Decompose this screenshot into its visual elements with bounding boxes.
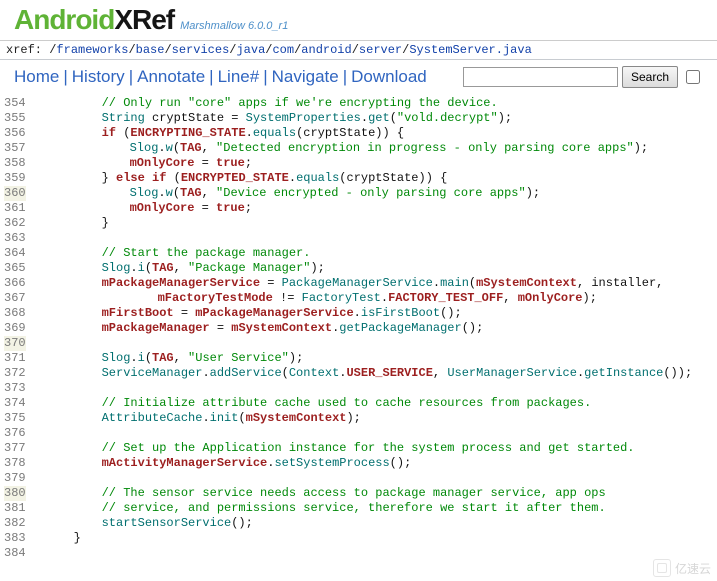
breadcrumb-seg[interactable]: com	[272, 43, 294, 57]
watermark: 亿速云	[653, 559, 711, 577]
code-line	[34, 471, 693, 486]
watermark-text: 亿速云	[675, 560, 711, 577]
code-line: Slog.i(TAG, "Package Manager");	[34, 261, 693, 276]
line-number[interactable]: 369	[4, 321, 26, 336]
line-number[interactable]: 359	[4, 171, 26, 186]
code-line: // service, and permissions service, the…	[34, 501, 693, 516]
line-number[interactable]: 363	[4, 231, 26, 246]
code-line: } else if (ENCRYPTED_STATE.equals(cryptS…	[34, 171, 693, 186]
line-number[interactable]: 380	[4, 486, 26, 501]
code-line	[34, 231, 693, 246]
nav-navigate[interactable]: Navigate	[272, 67, 339, 87]
logo[interactable]: AndroidXRef	[14, 4, 174, 36]
navbar: Home | History | Annotate | Line# | Navi…	[0, 60, 717, 94]
code-line: // Set up the Application instance for t…	[34, 441, 693, 456]
line-number[interactable]: 360	[4, 186, 26, 201]
line-number[interactable]: 379	[4, 471, 26, 486]
code-line: mOnlyCore = true;	[34, 156, 693, 171]
code-line: // The sensor service needs access to pa…	[34, 486, 693, 501]
line-number[interactable]: 374	[4, 396, 26, 411]
search-button[interactable]	[622, 66, 678, 88]
watermark-icon	[653, 559, 671, 577]
code-line: mFirstBoot = mPackageManagerService.isFi…	[34, 306, 693, 321]
code-line: // Start the package manager.	[34, 246, 693, 261]
line-number[interactable]: 371	[4, 351, 26, 366]
code-line: // Initialize attribute cache used to ca…	[34, 396, 693, 411]
search-checkbox[interactable]	[686, 70, 700, 84]
line-number[interactable]: 377	[4, 441, 26, 456]
breadcrumb-seg[interactable]: android	[301, 43, 351, 57]
code-line	[34, 381, 693, 396]
code-line: mPackageManagerService = PackageManagerS…	[34, 276, 693, 291]
nav-line[interactable]: Line#	[218, 67, 260, 87]
breadcrumb-seg[interactable]: frameworks	[56, 43, 128, 57]
line-number[interactable]: 384	[4, 546, 26, 561]
code-line: Slog.i(TAG, "User Service");	[34, 351, 693, 366]
line-number[interactable]: 362	[4, 216, 26, 231]
line-number[interactable]: 373	[4, 381, 26, 396]
code-line: ServiceManager.addService(Context.USER_S…	[34, 366, 693, 381]
line-number[interactable]: 364	[4, 246, 26, 261]
breadcrumb-seg[interactable]: services	[172, 43, 230, 57]
breadcrumb-seg[interactable]: java	[236, 43, 265, 57]
source: // Only run "core" apps if we're encrypt…	[34, 96, 693, 561]
line-number[interactable]: 361	[4, 201, 26, 216]
nav-annotate[interactable]: Annotate	[137, 67, 205, 87]
nav-download[interactable]: Download	[351, 67, 427, 87]
code-line: mPackageManager = mSystemContext.getPack…	[34, 321, 693, 336]
line-number[interactable]: 382	[4, 516, 26, 531]
line-number[interactable]: 367	[4, 291, 26, 306]
code-line	[34, 426, 693, 441]
code-line: String cryptState = SystemProperties.get…	[34, 111, 693, 126]
line-number[interactable]: 365	[4, 261, 26, 276]
breadcrumb-seg[interactable]: base	[136, 43, 165, 57]
code-line: // Only run "core" apps if we're encrypt…	[34, 96, 693, 111]
line-number[interactable]: 358	[4, 156, 26, 171]
code-line	[34, 546, 693, 561]
version-label[interactable]: Marshmallow 6.0.0_r1	[180, 20, 288, 36]
breadcrumb-seg[interactable]: server	[359, 43, 402, 57]
line-number[interactable]: 355	[4, 111, 26, 126]
header: AndroidXRef Marshmallow 6.0.0_r1	[0, 0, 717, 41]
search-form	[463, 66, 703, 88]
nav-home[interactable]: Home	[14, 67, 59, 87]
code-line: AttributeCache.init(mSystemContext);	[34, 411, 693, 426]
code-line: Slog.w(TAG, "Device encrypted - only par…	[34, 186, 693, 201]
code-line: }	[34, 216, 693, 231]
breadcrumb-seg[interactable]: SystemServer.java	[409, 43, 531, 57]
code-view: 3543553563573583593603613623633643653663…	[0, 94, 717, 561]
code-line: if (ENCRYPTING_STATE.equals(cryptState))…	[34, 126, 693, 141]
breadcrumb: xref: /frameworks/base/services/java/com…	[0, 41, 717, 60]
line-number[interactable]: 357	[4, 141, 26, 156]
line-number[interactable]: 366	[4, 276, 26, 291]
line-number[interactable]: 372	[4, 366, 26, 381]
search-input[interactable]	[463, 67, 618, 87]
line-gutter: 3543553563573583593603613623633643653663…	[0, 96, 34, 561]
line-number[interactable]: 381	[4, 501, 26, 516]
line-number[interactable]: 354	[4, 96, 26, 111]
code-line: mFactoryTestMode != FactoryTest.FACTORY_…	[34, 291, 693, 306]
code-line: }	[34, 531, 693, 546]
line-number[interactable]: 356	[4, 126, 26, 141]
code-line: mOnlyCore = true;	[34, 201, 693, 216]
code-line: Slog.w(TAG, "Detected encryption in prog…	[34, 141, 693, 156]
line-number[interactable]: 378	[4, 456, 26, 471]
logo-android: Android	[14, 4, 114, 35]
code-line	[34, 336, 693, 351]
breadcrumb-prefix: xref:	[6, 43, 49, 57]
line-number[interactable]: 368	[4, 306, 26, 321]
code-line: startSensorService();	[34, 516, 693, 531]
line-number[interactable]: 376	[4, 426, 26, 441]
nav-history[interactable]: History	[72, 67, 125, 87]
logo-xref: XRef	[114, 4, 174, 35]
line-number[interactable]: 383	[4, 531, 26, 546]
line-number[interactable]: 370	[4, 336, 26, 351]
code-line: mActivityManagerService.setSystemProcess…	[34, 456, 693, 471]
line-number[interactable]: 375	[4, 411, 26, 426]
